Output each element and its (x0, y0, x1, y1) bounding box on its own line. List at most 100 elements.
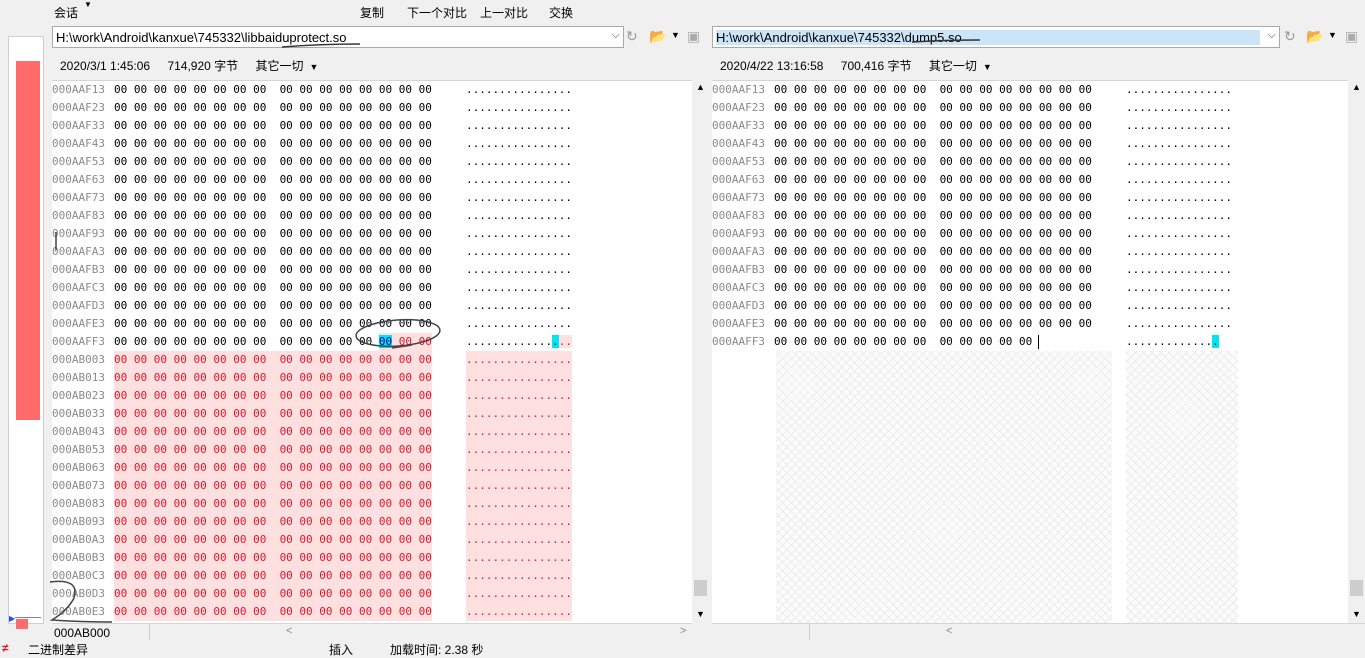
row-bytes[interactable]: 00 00 00 00 00 00 00 00 00 00 00 00 00 0… (114, 297, 432, 315)
row-bytes[interactable]: 00 00 00 00 00 00 00 00 00 00 00 00 00 0… (114, 261, 432, 279)
row-bytes[interactable]: 00 00 00 00 00 00 00 00 00 00 00 00 00 0… (774, 261, 1092, 279)
row-ascii[interactable]: ................ (466, 135, 572, 153)
row-ascii[interactable]: ................ (1126, 225, 1232, 243)
row-ascii[interactable]: ................ (466, 459, 572, 477)
row-bytes-diff[interactable]: 00 00 00 (378, 333, 432, 351)
row-ascii[interactable]: ................ (1126, 117, 1232, 135)
scroll-down-icon[interactable]: ▼ (1352, 609, 1361, 619)
row-bytes[interactable]: 00 00 00 00 00 00 00 00 00 00 00 00 00 0… (114, 441, 432, 459)
hex-row[interactable]: 000AAF23 00 00 00 00 00 00 00 00 00 00 00… (52, 99, 572, 117)
row-ascii[interactable]: ................ (466, 423, 572, 441)
hex-row[interactable]: 000AB023 00 00 00 00 00 00 00 00 00 00 00… (52, 387, 572, 405)
row-bytes[interactable]: 00 00 00 00 00 00 00 00 00 00 00 00 00 0… (114, 423, 432, 441)
row-ascii[interactable]: ................ (466, 315, 572, 333)
row-ascii[interactable]: ................ (466, 171, 572, 189)
row-ascii[interactable]: ................ (466, 225, 572, 243)
row-ascii[interactable]: ................ (1126, 189, 1232, 207)
row-ascii[interactable]: ................ (466, 513, 572, 531)
hex-row[interactable]: 000AAF13 00 00 00 00 00 00 00 00 00 00 00… (712, 81, 1232, 99)
hex-row[interactable]: 000AB093 00 00 00 00 00 00 00 00 00 00 00… (52, 513, 572, 531)
row-bytes[interactable]: 00 00 00 00 00 00 00 00 00 00 00 00 00 0… (114, 81, 432, 99)
row-bytes[interactable]: 00 00 00 00 00 00 00 00 00 00 00 00 00 0… (114, 189, 432, 207)
right-save-icon[interactable]: ▣ (1345, 28, 1358, 45)
row-ascii[interactable]: ................ (1126, 171, 1232, 189)
row-ascii[interactable]: ................ (466, 495, 572, 513)
row-bytes[interactable]: 00 00 00 00 00 00 00 00 00 00 00 00 00 0… (774, 225, 1092, 243)
hex-row[interactable]: 000AAF63 00 00 00 00 00 00 00 00 00 00 00… (712, 171, 1232, 189)
scroll-left-icon[interactable]: < (286, 625, 292, 637)
row-bytes[interactable]: 00 00 00 00 00 00 00 00 00 00 00 00 00 0… (774, 297, 1092, 315)
row-ascii[interactable]: ................ (1126, 261, 1232, 279)
row-ascii[interactable]: ................ (466, 567, 572, 585)
row-ascii[interactable]: .............. (1126, 333, 1219, 351)
row-bytes[interactable]: 00 00 00 00 00 00 00 00 00 00 00 00 00 0… (114, 567, 432, 585)
left-save-icon[interactable]: ▣ (687, 28, 700, 45)
hex-row[interactable]: 000AAFD3 00 00 00 00 00 00 00 00 00 00 00… (52, 297, 572, 315)
row-ascii[interactable]: ................ (466, 297, 572, 315)
left-scroll-thumb[interactable] (694, 580, 707, 596)
row-ascii[interactable]: ................ (466, 153, 572, 171)
hex-row[interactable]: 000AB0B3 00 00 00 00 00 00 00 00 00 00 00… (52, 549, 572, 567)
hex-row[interactable]: 000AAFC3 00 00 00 00 00 00 00 00 00 00 00… (712, 279, 1232, 297)
row-bytes[interactable]: 00 00 00 00 00 00 00 00 00 00 00 00 00 0… (114, 585, 432, 603)
row-bytes[interactable]: 00 00 00 00 00 00 00 00 00 00 00 00 00 0… (114, 117, 432, 135)
hex-row[interactable]: 000AB033 00 00 00 00 00 00 00 00 00 00 00… (52, 405, 572, 423)
hex-row[interactable]: 000AAF43 00 00 00 00 00 00 00 00 00 00 00… (712, 135, 1232, 153)
left-vertical-scrollbar[interactable]: ▲ ▼ (692, 80, 709, 623)
row-bytes[interactable]: 00 00 00 00 00 00 00 00 00 00 00 00 00 0… (774, 153, 1092, 171)
right-path-dropdown-icon[interactable]: ⌵ (1268, 29, 1276, 42)
swap-button[interactable]: 交换 (549, 4, 573, 21)
row-ascii[interactable]: ................ (466, 261, 572, 279)
copy-button[interactable]: 复制 (360, 4, 384, 21)
right-hex-view[interactable]: 000AAF13 00 00 00 00 00 00 00 00 00 00 00… (712, 80, 1348, 624)
row-ascii[interactable]: ................ (466, 405, 572, 423)
row-bytes[interactable]: 00 00 00 00 00 00 00 00 00 00 00 00 00 0… (774, 207, 1092, 225)
row-bytes[interactable]: 00 00 00 00 00 00 00 00 00 00 00 00 00 0… (774, 279, 1092, 297)
scroll-left-icon[interactable]: < (946, 625, 952, 637)
row-ascii[interactable]: ................ (1126, 315, 1232, 333)
hex-row[interactable]: 000AAF93 00 00 00 00 00 00 00 00 00 00 00… (52, 225, 572, 243)
row-bytes[interactable]: 00 00 00 00 00 00 00 00 00 00 00 00 00 0… (114, 243, 432, 261)
row-ascii[interactable]: ................ (466, 585, 572, 603)
row-bytes[interactable]: 00 00 00 00 00 00 00 00 00 00 00 00 00 0… (114, 153, 432, 171)
hex-row[interactable]: 000AAF73 00 00 00 00 00 00 00 00 00 00 00… (712, 189, 1232, 207)
hex-row[interactable]: 000AAFA3 00 00 00 00 00 00 00 00 00 00 00… (712, 243, 1232, 261)
row-bytes[interactable]: 00 00 00 00 00 00 00 00 00 00 00 00 00 0… (114, 171, 432, 189)
session-button[interactable]: 会话 (54, 4, 78, 21)
row-bytes[interactable]: 00 00 00 00 00 00 00 00 00 00 00 00 00 0… (774, 99, 1092, 117)
diff-overview-map[interactable]: ▶ (8, 36, 44, 624)
row-bytes[interactable]: 00 00 00 00 00 00 00 00 00 00 00 00 00 0… (114, 495, 432, 513)
row-ascii[interactable]: ................ (1126, 207, 1232, 225)
left-open-folder-icon[interactable]: 📂 (649, 28, 666, 45)
row-bytes[interactable]: 00 00 00 00 00 00 00 00 00 00 00 00 00 0… (774, 315, 1092, 333)
hex-row[interactable]: 000AAF43 00 00 00 00 00 00 00 00 00 00 00… (52, 135, 572, 153)
hex-row[interactable]: 000AB043 00 00 00 00 00 00 00 00 00 00 00… (52, 423, 572, 441)
row-ascii[interactable]: ................ (466, 189, 572, 207)
row-bytes[interactable]: 00 00 00 00 00 00 00 00 00 00 00 00 00 0… (114, 351, 432, 369)
session-dropdown-arrow-icon[interactable]: ▼ (84, 0, 92, 9)
row-ascii[interactable]: ................ (466, 369, 572, 387)
row-bytes[interactable]: 00 00 00 00 00 00 00 00 00 00 00 00 00 0… (114, 279, 432, 297)
hex-row[interactable]: 000AAFD3 00 00 00 00 00 00 00 00 00 00 00… (712, 297, 1232, 315)
hex-row[interactable]: 000AB0C3 00 00 00 00 00 00 00 00 00 00 00… (52, 567, 572, 585)
row-bytes[interactable]: 00 00 00 00 00 00 00 00 00 00 00 00 00 (774, 333, 1032, 351)
row-bytes[interactable]: 00 00 00 00 00 00 00 00 00 00 00 00 00 0… (114, 369, 432, 387)
hex-row[interactable]: 000AAFF3 00 00 00 00 00 00 00 00 00 00 00… (712, 333, 1219, 351)
row-bytes[interactable]: 00 00 00 00 00 00 00 00 00 00 00 00 00 0… (114, 513, 432, 531)
row-ascii[interactable]: ................ (466, 441, 572, 459)
right-vertical-scrollbar[interactable]: ▲ ▼ (1348, 80, 1365, 623)
row-bytes[interactable]: 00 00 00 00 00 00 00 00 00 00 00 00 00 0… (114, 531, 432, 549)
row-bytes[interactable]: 00 00 00 00 00 00 00 00 00 00 00 00 00 0… (114, 207, 432, 225)
row-ascii[interactable]: ................ (466, 81, 572, 99)
row-bytes[interactable]: 00 00 00 00 00 00 00 00 00 00 00 00 00 0… (774, 81, 1092, 99)
left-reload-icon[interactable]: ↻ (626, 28, 638, 45)
left-path-dropdown-icon[interactable]: ⌵ (612, 29, 620, 42)
hex-row[interactable]: 000AAF73 00 00 00 00 00 00 00 00 00 00 00… (52, 189, 572, 207)
row-bytes[interactable]: 00 00 00 00 00 00 00 00 00 00 00 00 00 0… (114, 549, 432, 567)
row-ascii[interactable]: ................ (466, 603, 572, 621)
row-ascii[interactable]: ................ (466, 351, 572, 369)
right-horizontal-scrollbar[interactable]: < (712, 623, 1365, 641)
overview-position-marker-icon[interactable]: ▶ (9, 614, 15, 623)
row-ascii[interactable]: ................ (466, 279, 572, 297)
row-bytes[interactable]: 00 00 00 00 00 00 00 00 00 00 00 00 00 0… (774, 135, 1092, 153)
